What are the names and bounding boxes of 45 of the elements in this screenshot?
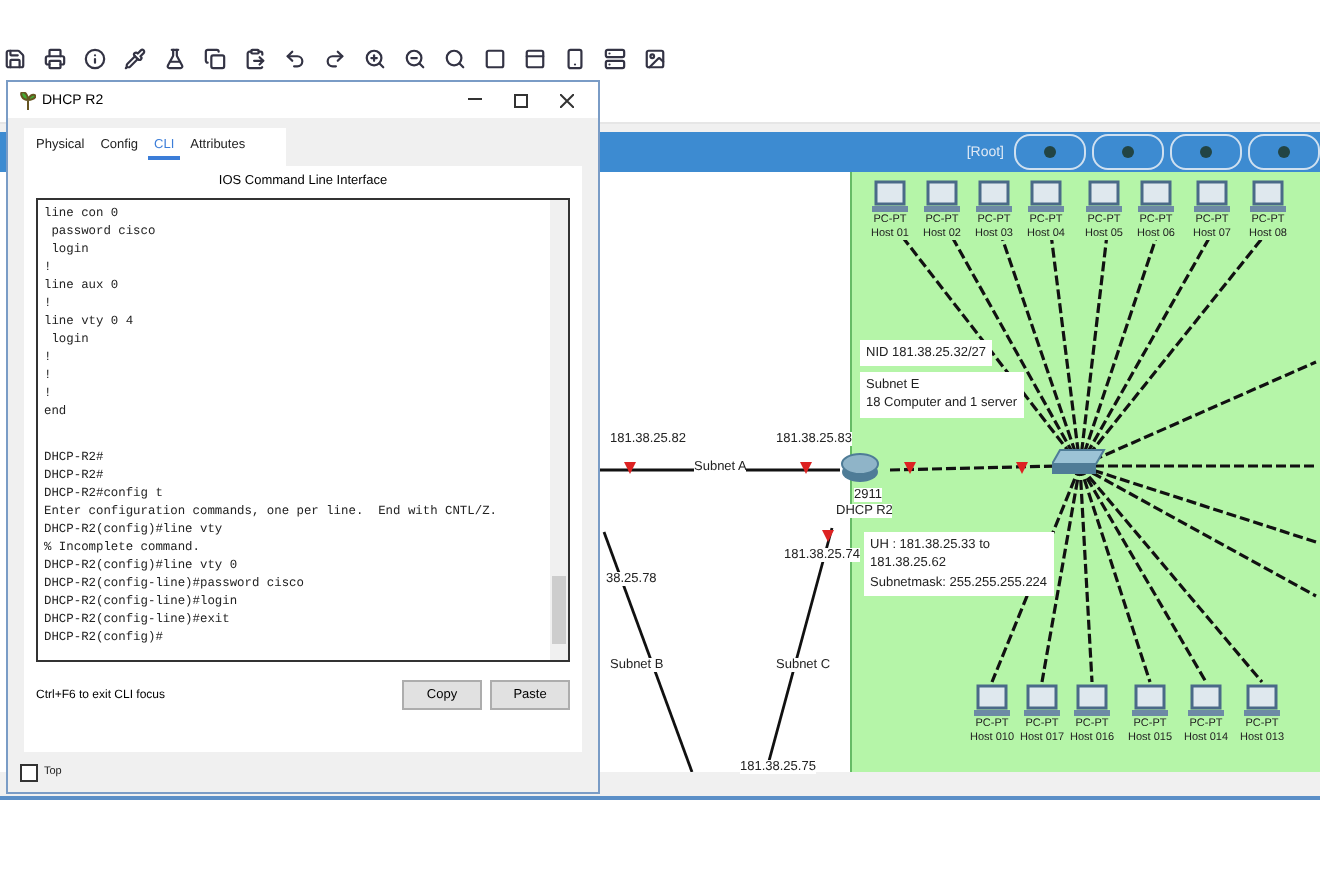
computer-icon bbox=[1138, 180, 1174, 214]
printer-icon[interactable] bbox=[44, 48, 66, 70]
plant-icon bbox=[20, 91, 36, 109]
search-icon[interactable] bbox=[444, 48, 466, 70]
link-marker-icon bbox=[800, 462, 812, 474]
server-icon[interactable] bbox=[604, 48, 626, 70]
close-icon bbox=[559, 93, 573, 107]
image-icon[interactable] bbox=[644, 48, 666, 70]
flask-icon[interactable] bbox=[164, 48, 186, 70]
link-marker-icon bbox=[904, 462, 916, 474]
undo-icon[interactable] bbox=[284, 48, 306, 70]
computer-icon bbox=[924, 180, 960, 214]
maximize-icon bbox=[513, 93, 527, 107]
zoom-in-icon[interactable] bbox=[364, 48, 386, 70]
computer-icon bbox=[974, 684, 1010, 718]
paste-icon[interactable] bbox=[244, 48, 266, 70]
computer-icon bbox=[872, 180, 908, 214]
computer-icon bbox=[1086, 180, 1122, 214]
pipette-icon[interactable] bbox=[124, 48, 146, 70]
computer-icon bbox=[976, 180, 1012, 214]
terminal-output[interactable] bbox=[36, 198, 570, 662]
computer-icon bbox=[1024, 684, 1060, 718]
computer-icon bbox=[1028, 180, 1064, 214]
computer-icon bbox=[1244, 684, 1280, 718]
window-icon[interactable] bbox=[524, 48, 546, 70]
link-marker-icon bbox=[624, 462, 636, 474]
redo-icon[interactable] bbox=[324, 48, 346, 70]
router-icon bbox=[840, 452, 880, 484]
switch-icon bbox=[1052, 448, 1108, 476]
save-icon[interactable] bbox=[4, 48, 26, 70]
computer-icon bbox=[1074, 684, 1110, 718]
phone-icon[interactable] bbox=[564, 48, 586, 70]
minimize-icon bbox=[467, 98, 481, 102]
copy-icon[interactable] bbox=[204, 48, 226, 70]
info-icon[interactable] bbox=[84, 48, 106, 70]
scrollbar[interactable] bbox=[550, 200, 568, 660]
link-marker-icon bbox=[822, 530, 834, 542]
rectangle-icon[interactable] bbox=[484, 48, 506, 70]
link-marker-icon bbox=[1016, 462, 1028, 474]
checkbox[interactable] bbox=[20, 763, 38, 781]
computer-icon bbox=[1132, 684, 1168, 718]
computer-icon bbox=[1250, 180, 1286, 214]
zoom-out-icon[interactable] bbox=[404, 48, 426, 70]
computer-icon bbox=[1194, 180, 1230, 214]
computer-icon bbox=[1188, 684, 1224, 718]
